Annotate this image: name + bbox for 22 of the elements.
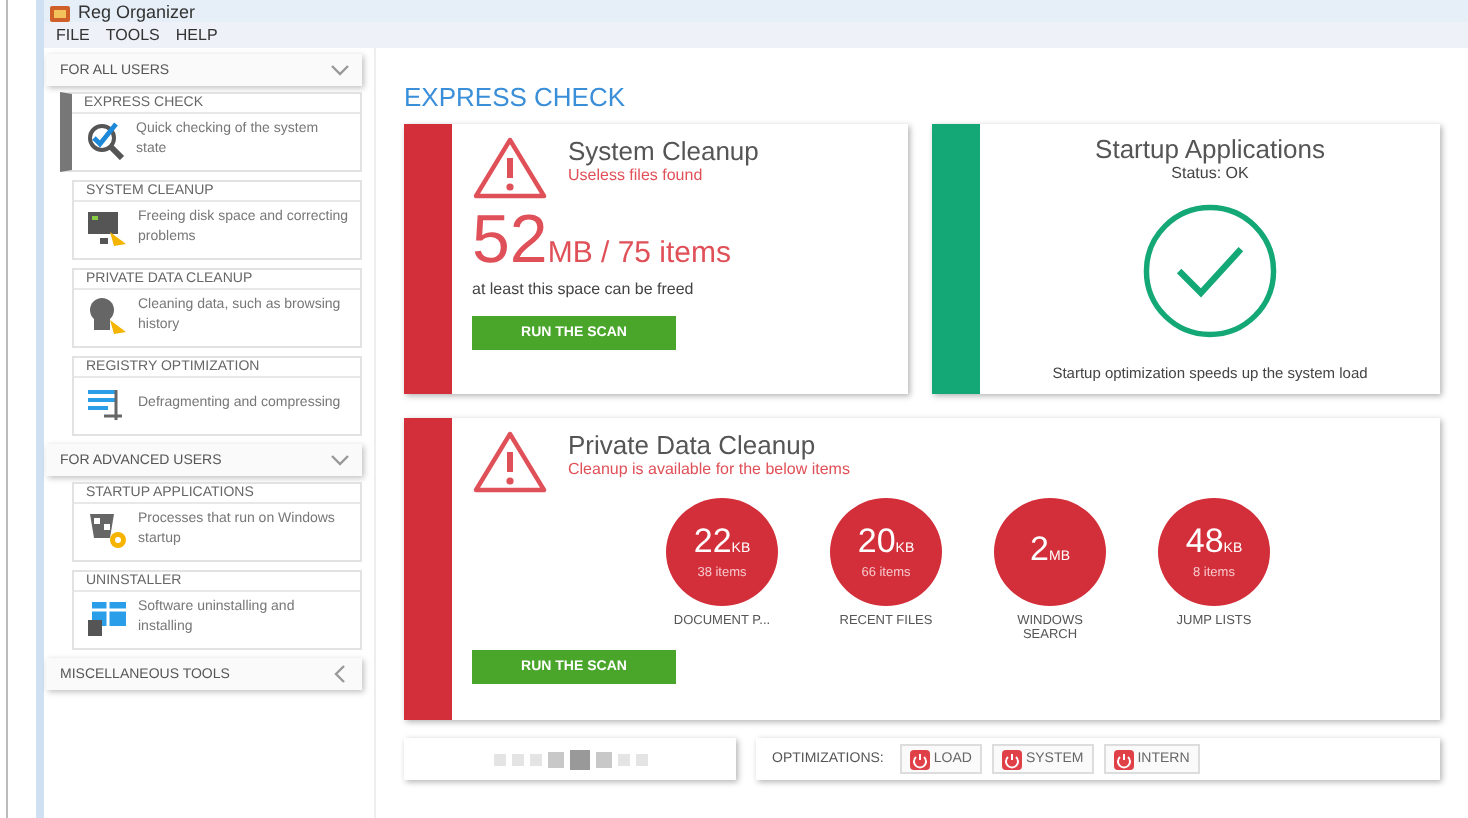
power-icon (1001, 749, 1022, 769)
menu-item[interactable]: TOOLS (105, 26, 160, 44)
card-subtitle: Cleanup is available for the below items (568, 460, 850, 478)
window-title: Reg Organizer (78, 2, 196, 22)
app-icon (50, 4, 70, 22)
card-title: System Cleanup (568, 136, 759, 166)
warning-icon (472, 136, 548, 200)
magnifier-check-icon (84, 120, 128, 160)
person-broom-icon (86, 296, 130, 336)
card-title: Private Data Cleanup (568, 430, 818, 460)
monitor-broom-icon (86, 208, 130, 248)
power-icon (909, 749, 930, 769)
card-subtitle: Useless files found (568, 166, 705, 184)
menu-item[interactable]: HELP (175, 26, 218, 44)
status-text: Status: OK (1171, 164, 1249, 182)
card-note: at least this space can be freed (472, 280, 694, 298)
menu-item[interactable]: FILE (56, 26, 90, 44)
power-icon (1113, 749, 1134, 769)
warning-icon (472, 430, 548, 494)
card-title: Startup Applications (1095, 134, 1325, 164)
amount-text: 52MB / 75 items (472, 208, 732, 272)
page-heading: EXPRESS CHECK (404, 82, 628, 112)
